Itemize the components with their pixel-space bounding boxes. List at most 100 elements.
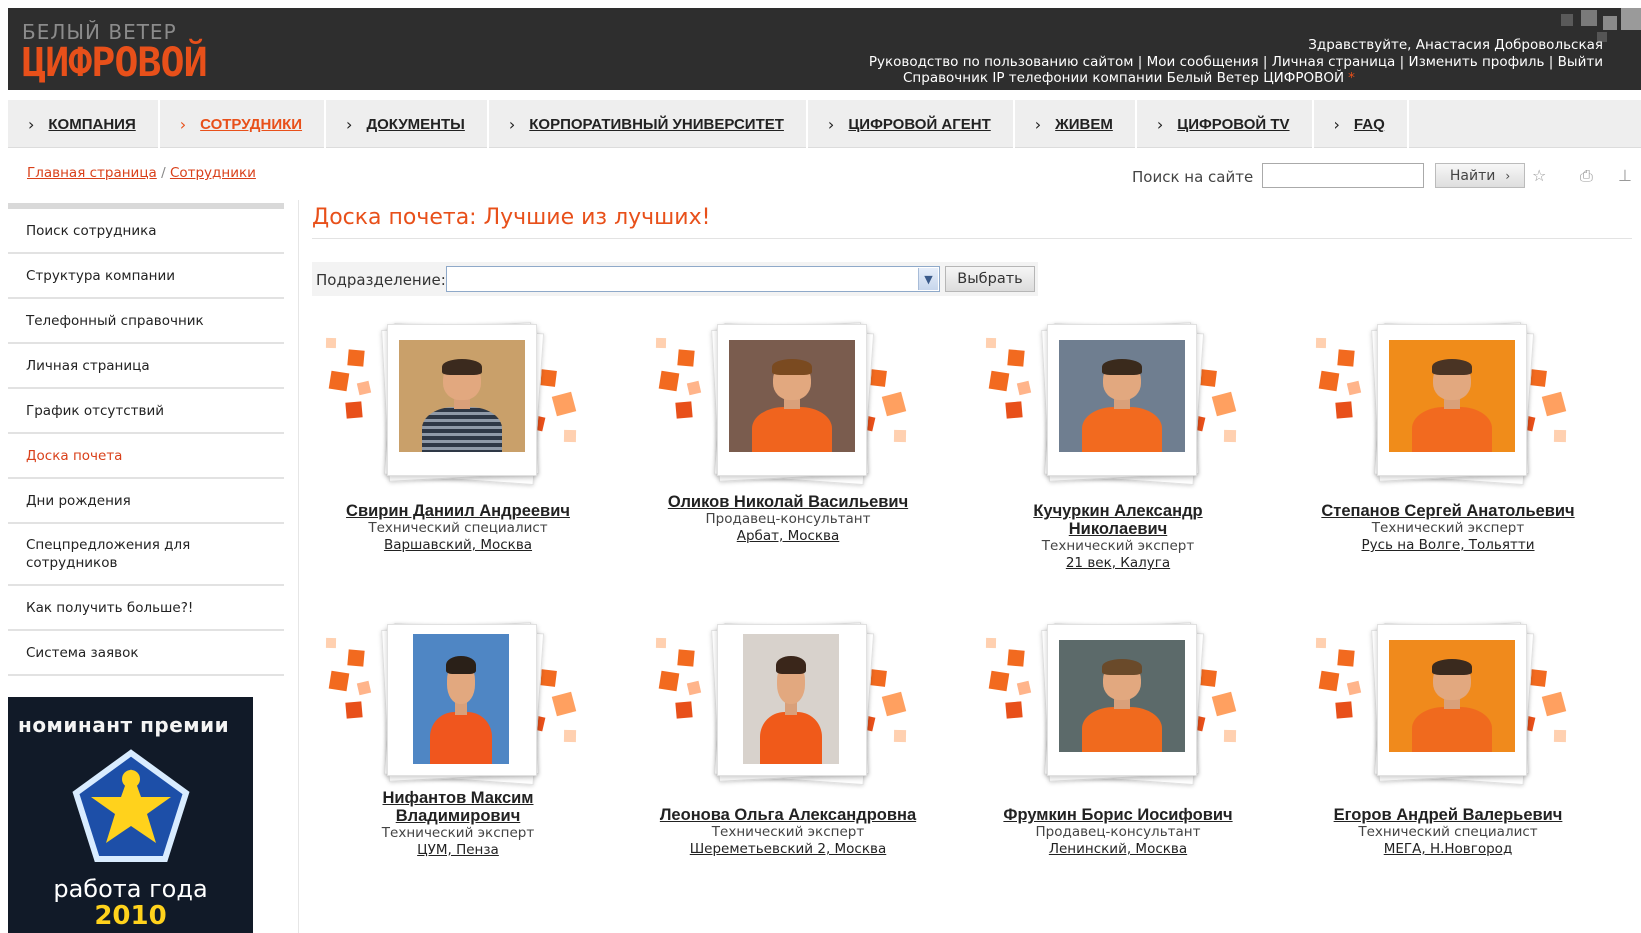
greeting-text: Здравствуйте, Анастасия Добровольская xyxy=(1308,37,1603,53)
breadcrumb-current[interactable]: Сотрудники xyxy=(170,165,256,181)
employee-name[interactable]: Свирин Даниил Андреевич xyxy=(318,502,598,520)
messages-link[interactable]: Мои сообщения xyxy=(1147,54,1259,70)
photo-frame xyxy=(711,322,875,486)
chevron-right-icon: › xyxy=(346,114,353,134)
nav-live[interactable]: › ЖИВЕМ xyxy=(1015,100,1137,148)
sidebar-item-search-employee[interactable]: Поиск сотрудника xyxy=(8,209,284,254)
photo-frame xyxy=(1371,322,1535,486)
chevron-right-icon: › xyxy=(508,114,516,134)
chevron-right-icon: › xyxy=(28,114,35,134)
employee-photo[interactable] xyxy=(413,634,509,764)
select-button[interactable]: Выбрать xyxy=(945,266,1035,292)
department-select[interactable]: ▼ xyxy=(446,266,940,292)
employee-name[interactable]: Степанов Сергей Анатольевич xyxy=(1308,502,1588,520)
personal-page-link[interactable]: Личная страница xyxy=(1272,54,1396,70)
search-button[interactable]: Найти › xyxy=(1435,163,1525,188)
chevron-right-icon: › xyxy=(1333,114,1340,134)
employee-role: Технический эксперт xyxy=(1041,538,1195,554)
nav-tv[interactable]: › ЦИФРОВОЙ TV xyxy=(1137,100,1314,148)
chevron-right-icon: › xyxy=(179,114,187,134)
employee-location[interactable]: ЦУМ, Пенза xyxy=(318,842,598,858)
nav-university[interactable]: › КОРПОРАТИВНЫЙ УНИВЕРСИТЕТ xyxy=(489,100,808,148)
sidebar-item-requests[interactable]: Система заявок xyxy=(8,631,284,676)
nav-documents[interactable]: › ДОКУМЕНТЫ xyxy=(326,100,489,148)
award-top-text: номинант премии xyxy=(18,713,230,737)
chevron-down-icon[interactable]: ▼ xyxy=(918,268,938,290)
department-filter: Подразделение: ▼ Выбрать xyxy=(312,262,1038,296)
nav-faq[interactable]: › FAQ xyxy=(1314,100,1409,148)
employee-photo[interactable] xyxy=(1389,340,1515,452)
employee-name[interactable]: Леонова Ольга Александровна xyxy=(648,806,928,824)
employee-location[interactable]: 21 век, Калуга xyxy=(978,555,1258,571)
nav-company[interactable]: › КОМПАНИЯ xyxy=(8,100,160,148)
nav-employees[interactable]: › СОТРУДНИКИ xyxy=(160,100,327,148)
edit-profile-link[interactable]: Изменить профиль xyxy=(1408,54,1544,70)
page-title: Доска почета: Лучшие из лучших! xyxy=(312,205,711,230)
employee-photo[interactable] xyxy=(1059,640,1185,752)
award-bottom-text: работа года xyxy=(53,875,208,903)
breadcrumb-home[interactable]: Главная страница xyxy=(27,165,157,181)
star-award-icon xyxy=(72,749,190,862)
award-banner[interactable]: номинант премии работа года 2010 xyxy=(8,697,253,933)
logo-top-text: БЕЛЫЙ ВЕТЕР xyxy=(22,20,177,44)
employee-location[interactable]: МЕГА, Н.Новгород xyxy=(1308,841,1588,857)
phone-directory: Справочник IP телефонии компании Белый В… xyxy=(903,70,1355,86)
sitemap-icon[interactable]: ⊥ xyxy=(1618,166,1632,185)
employee-name[interactable]: Фрумкин Борис Иосифович xyxy=(978,806,1258,824)
employee-role: Продавец-консультант xyxy=(1035,824,1201,840)
main-nav: › КОМПАНИЯ › СОТРУДНИКИ › ДОКУМЕНТЫ › КОРПОР… xyxy=(8,100,1641,148)
employee-photo[interactable] xyxy=(1059,340,1185,452)
employee-role: Технический эксперт xyxy=(1371,520,1525,536)
logout-link[interactable]: Выйти xyxy=(1558,54,1603,70)
title-divider xyxy=(312,238,1632,239)
sidebar-item-special-offers[interactable]: Спецпредложения для сотрудников xyxy=(8,524,284,586)
employee-location[interactable]: Шереметьевский 2, Москва xyxy=(648,841,928,857)
employee-location[interactable]: Арбат, Москва xyxy=(648,528,928,544)
search-label: Поиск на сайте xyxy=(1132,168,1254,186)
sidebar-item-absence[interactable]: График отсутствий xyxy=(8,389,284,434)
sidebar-item-honor-board[interactable]: Доска почета xyxy=(8,434,284,479)
asterisk-mark: * xyxy=(1348,70,1355,86)
sidebar-item-birthdays[interactable]: Дни рождения xyxy=(8,479,284,524)
employee-location[interactable]: Русь на Волге, Тольятти xyxy=(1308,537,1588,553)
employee-role: Технический эксперт xyxy=(381,825,535,841)
sidebar-item-phonebook[interactable]: Телефонный справочник xyxy=(8,299,284,344)
star-icon[interactable]: ☆ xyxy=(1532,166,1546,185)
employee-location[interactable]: Варшавский, Москва xyxy=(318,537,598,553)
site-header: БЕЛЫЙ ВЕТЕР ЦИФРОВОЙ Здравствуйте, Анаст… xyxy=(8,8,1641,90)
employee-name[interactable]: Кучуркин Александр Николаевич xyxy=(1028,502,1208,538)
photo-frame xyxy=(381,322,545,486)
site-logo[interactable]: БЕЛЫЙ ВЕТЕР ЦИФРОВОЙ xyxy=(22,20,208,86)
employee-name[interactable]: Оликов Николай Васильевич xyxy=(648,493,928,511)
sidebar: Поиск сотрудника Структура компании Теле… xyxy=(8,203,284,676)
employee-role: Технический специалист xyxy=(368,520,548,536)
employee-photo[interactable] xyxy=(399,340,525,452)
chevron-right-icon: › xyxy=(1034,114,1042,134)
photo-frame xyxy=(1041,622,1205,786)
help-link[interactable]: Руководство по пользованию сайтом xyxy=(869,54,1134,70)
sidebar-item-personal-page[interactable]: Личная страница xyxy=(8,344,284,389)
employee-role: Технический специалист xyxy=(1358,824,1538,840)
search-input[interactable] xyxy=(1262,163,1424,188)
phone-directory-link[interactable]: Справочник IP телефонии компании Белый В… xyxy=(903,70,1344,86)
sidebar-item-get-more[interactable]: Как получить больше?! xyxy=(8,586,284,631)
chevron-right-icon: › xyxy=(827,114,835,134)
photo-frame xyxy=(1371,622,1535,786)
employee-photo[interactable] xyxy=(743,634,839,764)
employee-photo[interactable] xyxy=(1389,640,1515,752)
department-label: Подразделение: xyxy=(316,271,446,289)
sidebar-item-structure[interactable]: Структура компании xyxy=(8,254,284,299)
employee-photo[interactable] xyxy=(729,340,855,452)
employee-name[interactable]: Нифантов Максим Владимирович xyxy=(368,789,548,825)
logo-main-text: ЦИФРОВОЙ xyxy=(22,40,208,86)
photo-frame xyxy=(381,622,545,786)
employee-location[interactable]: Ленинский, Москва xyxy=(978,841,1258,857)
search-button-label: Найти xyxy=(1449,167,1496,184)
nav-agent[interactable]: › ЦИФРОВОЙ АГЕНТ xyxy=(808,100,1015,148)
employee-role: Технический эксперт xyxy=(711,824,865,840)
header-links: Руководство по пользованию сайтом | Мои … xyxy=(868,54,1603,70)
print-icon[interactable]: ⎙ xyxy=(1580,166,1593,186)
chevron-right-icon: › xyxy=(1505,168,1511,183)
chevron-right-icon: › xyxy=(1156,114,1164,134)
employee-name[interactable]: Егоров Андрей Валерьевич xyxy=(1308,806,1588,824)
